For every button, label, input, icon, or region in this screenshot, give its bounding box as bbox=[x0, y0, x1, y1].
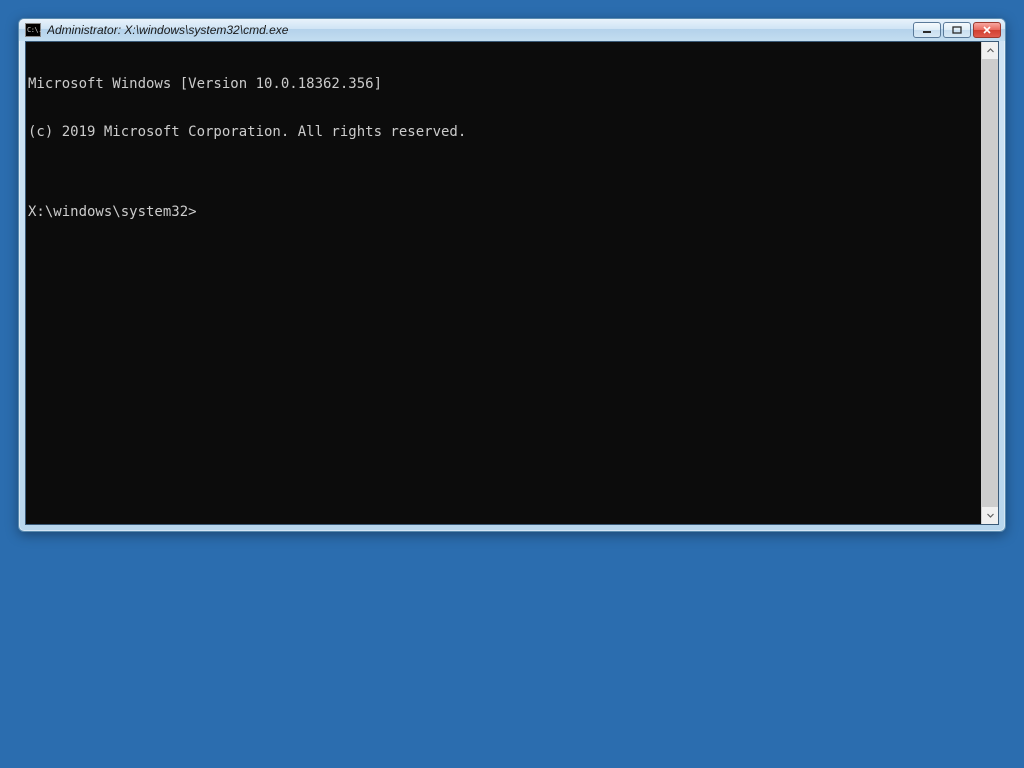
chevron-down-icon bbox=[986, 511, 995, 520]
client-area: Microsoft Windows [Version 10.0.18362.35… bbox=[25, 41, 999, 525]
titlebar[interactable]: C:\. Administrator: X:\windows\system32\… bbox=[19, 19, 1005, 41]
cmd-app-icon-glyph: C:\. bbox=[27, 27, 42, 34]
cmd-window: C:\. Administrator: X:\windows\system32\… bbox=[18, 18, 1006, 532]
window-title: Administrator: X:\windows\system32\cmd.e… bbox=[47, 23, 913, 37]
chevron-up-icon bbox=[986, 46, 995, 55]
close-button[interactable] bbox=[973, 22, 1001, 38]
minimize-button[interactable] bbox=[913, 22, 941, 38]
terminal-prompt-line: X:\windows\system32> bbox=[28, 204, 981, 220]
terminal-output[interactable]: Microsoft Windows [Version 10.0.18362.35… bbox=[26, 42, 981, 524]
window-controls bbox=[913, 22, 1001, 38]
cmd-app-icon: C:\. bbox=[25, 23, 41, 37]
terminal-prompt: X:\windows\system32> bbox=[28, 204, 197, 220]
scroll-track[interactable] bbox=[982, 59, 998, 507]
scroll-up-button[interactable] bbox=[982, 42, 998, 59]
minimize-icon bbox=[922, 26, 932, 34]
terminal-line-version: Microsoft Windows [Version 10.0.18362.35… bbox=[28, 76, 981, 92]
close-icon bbox=[982, 26, 992, 34]
scroll-down-button[interactable] bbox=[982, 507, 998, 524]
terminal-line-copyright: (c) 2019 Microsoft Corporation. All righ… bbox=[28, 124, 981, 140]
scroll-thumb[interactable] bbox=[982, 59, 998, 507]
maximize-button[interactable] bbox=[943, 22, 971, 38]
maximize-icon bbox=[952, 26, 962, 34]
vertical-scrollbar[interactable] bbox=[981, 42, 998, 524]
